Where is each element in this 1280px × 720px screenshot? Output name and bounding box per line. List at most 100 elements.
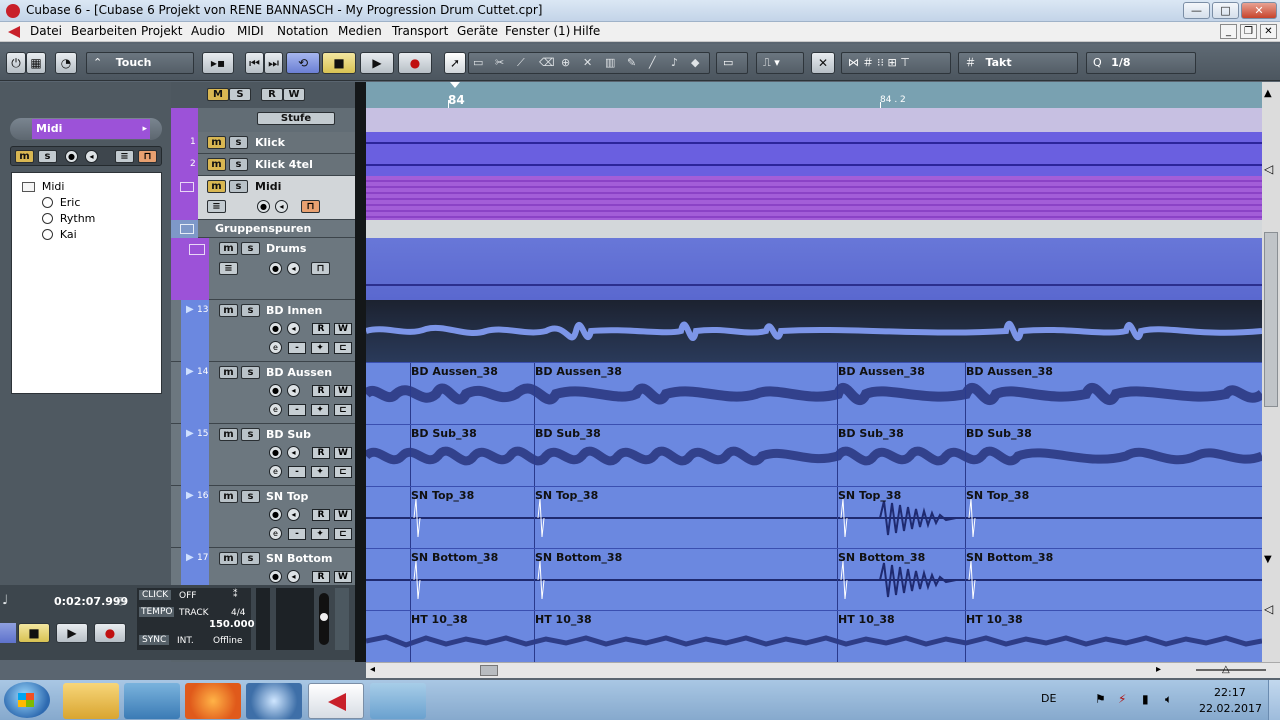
mdi-restore-button[interactable]: ❐	[1240, 24, 1257, 39]
inspector-channel-name-field[interactable]: Midi ▸	[32, 119, 150, 139]
lane-midi[interactable]	[366, 176, 1262, 220]
insert-button[interactable]: -	[288, 342, 306, 354]
input-language[interactable]: DE	[1041, 692, 1056, 705]
time-format-icon[interactable]: ◷	[116, 594, 126, 607]
track-menu-button[interactable]: ≡	[219, 262, 238, 275]
mute-button[interactable]: m	[219, 242, 238, 255]
track-row[interactable]: ▶ 16 m s SN Top ● ◂ R W e - ✦ ⊏	[171, 486, 355, 548]
thunderbird-taskbar-icon[interactable]	[246, 683, 302, 719]
record-button[interactable]: ●	[398, 52, 432, 74]
global-mute-button[interactable]: M	[207, 88, 229, 101]
clock-date[interactable]: 22.02.2017	[1199, 702, 1262, 715]
zoom-tool-icon[interactable]: ⊕	[561, 53, 570, 73]
menu-datei[interactable]: Datei	[30, 24, 62, 38]
quantize-select[interactable]: Q 1/8	[1086, 52, 1196, 74]
clip-name[interactable]: HT 10_38	[535, 613, 592, 626]
expand-arrow-icon[interactable]: ▶	[186, 490, 194, 501]
minimize-button[interactable]: —	[1183, 2, 1210, 19]
eq-button[interactable]: ✦	[311, 342, 329, 354]
firefox-taskbar-icon[interactable]	[185, 683, 241, 719]
read-automation-button[interactable]: R	[312, 571, 330, 583]
write-automation-button[interactable]: W	[334, 571, 352, 583]
color-select[interactable]: ▭	[716, 52, 748, 74]
monitor-button[interactable]: ●	[269, 570, 282, 583]
cubase-taskbar-icon[interactable]	[308, 683, 364, 719]
eq-button[interactable]: ✦	[311, 466, 329, 478]
lane-sn-bottom[interactable]: SN Bottom_38 SN Bottom_38 SN Bottom_38 S…	[366, 548, 1262, 611]
inspector-lock-button[interactable]: ⊓	[138, 150, 157, 163]
solo-button[interactable]: s	[241, 242, 260, 255]
clip-name[interactable]: BD Aussen_38	[411, 365, 498, 378]
lane-bd-aussen[interactable]: BD Aussen_38 BD Aussen_38 BD Aussen_38 B…	[366, 362, 1262, 425]
start-button[interactable]	[4, 682, 50, 718]
master-volume-slider[interactable]	[319, 593, 329, 645]
read-automation-button[interactable]: R	[312, 509, 330, 521]
folder-tree-item[interactable]: Kai	[42, 227, 142, 241]
solo-button[interactable]: s	[241, 428, 260, 441]
go-to-left-locator-button[interactable]: ⏮	[245, 52, 264, 74]
edit-channel-button[interactable]: e	[269, 341, 282, 354]
clip-name[interactable]: BD Aussen_38	[838, 365, 925, 378]
track-name[interactable]: Klick	[255, 136, 285, 149]
transport-scroll[interactable]	[335, 588, 349, 650]
clip-name[interactable]: SN Bottom_38	[535, 551, 622, 564]
volume-icon[interactable]: 🔈︎	[1165, 692, 1172, 707]
solo-button[interactable]: s	[229, 136, 248, 149]
scroll-thumb[interactable]	[480, 665, 498, 676]
lane-ht[interactable]: HT 10_38 HT 10_38 HT 10_38 HT 10_38	[366, 610, 1262, 662]
lane-klick-4tel[interactable]	[366, 154, 1262, 176]
track-name[interactable]: Drums	[266, 242, 306, 255]
eq-button[interactable]: ✦	[311, 528, 329, 540]
track-row[interactable]: m s Midi ≡ ● ◂ ⊓	[171, 176, 355, 220]
track-name[interactable]: BD Sub	[266, 428, 311, 441]
mute-button[interactable]: m	[207, 136, 226, 149]
ruler[interactable]: 84 84 . 2	[366, 82, 1262, 108]
zoom-in-icon[interactable]: ◁	[1264, 162, 1273, 176]
global-read-button[interactable]: R	[261, 88, 283, 101]
clip-name[interactable]: HT 10_38	[411, 613, 468, 626]
lane-drums[interactable]	[366, 238, 1262, 300]
folder-tree-item[interactable]: Rythm	[42, 211, 142, 225]
maximize-button[interactable]: □	[1212, 2, 1239, 19]
track-name[interactable]: Klick 4tel	[255, 158, 313, 171]
solo-button[interactable]: s	[229, 158, 248, 171]
clip-name[interactable]: BD Sub_38	[411, 427, 477, 440]
scroll-right-icon[interactable]: ▸	[1156, 664, 1161, 675]
automation-mode-select[interactable]: ⌃ Touch	[86, 52, 194, 74]
clip-name[interactable]: SN Bottom_38	[411, 551, 498, 564]
clip-name[interactable]: HT 10_38	[966, 613, 1023, 626]
constrain-delay-button[interactable]: ◔	[55, 52, 77, 74]
speaker-icon[interactable]: ◂	[287, 384, 300, 397]
close-button[interactable]: ✕	[1241, 2, 1277, 19]
clip-name[interactable]: BD Sub_38	[966, 427, 1032, 440]
speaker-icon[interactable]: ◂	[275, 200, 288, 213]
monitor-button[interactable]: ●	[257, 200, 270, 213]
edit-channel-button[interactable]: e	[269, 527, 282, 540]
clip-name[interactable]: SN Top_38	[966, 489, 1029, 502]
expand-arrow-icon[interactable]: ▶	[186, 304, 194, 315]
power-icon[interactable]: ⚡	[1118, 692, 1126, 706]
volume-thumb[interactable]	[320, 613, 328, 621]
send-button[interactable]: ⊏	[334, 466, 352, 478]
write-automation-button[interactable]: W	[334, 323, 352, 335]
scroll-down-icon[interactable]: ▼	[1264, 554, 1272, 565]
send-button[interactable]: ⊏	[334, 342, 352, 354]
menu-notation[interactable]: Notation	[277, 24, 328, 38]
menu-bearbeiten[interactable]: Bearbeiten	[71, 24, 137, 38]
menu-medien[interactable]: Medien	[338, 24, 382, 38]
inspector-channel-header[interactable]: Midi ▸	[10, 118, 162, 140]
track-name[interactable]: Midi	[255, 180, 281, 193]
arrange-window[interactable]: BD Aussen_38 BD Aussen_38 BD Aussen_38 B…	[366, 108, 1262, 662]
range-tool-icon[interactable]: ▭	[473, 53, 483, 73]
transport-cycle-button[interactable]	[0, 623, 16, 643]
color-tool-icon[interactable]: ◆	[691, 53, 699, 73]
lock-button[interactable]: ⊓	[311, 262, 330, 275]
media-player-taskbar-icon[interactable]	[124, 683, 180, 719]
show-desktop-button[interactable]	[1268, 680, 1280, 720]
zoom-slider-thumb-icon[interactable]: △	[1222, 664, 1230, 675]
track-name[interactable]: BD Aussen	[266, 366, 332, 379]
write-automation-button[interactable]: W	[334, 447, 352, 459]
signal-icon[interactable]: ▮	[1142, 692, 1149, 706]
speaker-icon[interactable]: ◂	[287, 322, 300, 335]
clip-name[interactable]: SN Top_38	[411, 489, 474, 502]
